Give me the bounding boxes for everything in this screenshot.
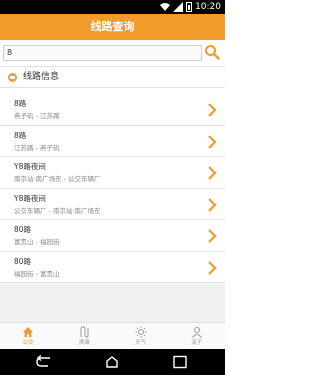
list-item[interactable]: 80路 富贵山 - 福园街 xyxy=(0,220,225,252)
tab-transfer[interactable]: 换乘 xyxy=(56,323,112,349)
tab-bar: 公交 换乘 天气 关于 xyxy=(0,322,225,349)
status-time: 10:20 xyxy=(195,2,221,12)
chevron-right-icon xyxy=(208,197,217,212)
route-name: 8路 xyxy=(14,99,27,108)
chevron-right-icon xyxy=(208,103,217,117)
title-bar: 线路查询 xyxy=(0,14,225,40)
search-row: 8 xyxy=(0,40,225,66)
search-input[interactable]: 8 xyxy=(3,45,202,61)
sun-icon xyxy=(135,326,147,338)
list-item[interactable]: 80路 福园街 - 富贵山 xyxy=(0,251,225,283)
battery-icon xyxy=(186,2,193,12)
system-nav-bar xyxy=(0,349,225,375)
route-list: 8路 燕子矶 - 江苏路 8路 江苏路 - 燕子矶 Y8路夜间 南京站·南广场东… xyxy=(0,94,225,283)
status-bar: 10:20 xyxy=(0,0,225,14)
wifi-icon xyxy=(160,3,171,11)
bus-icon xyxy=(8,73,17,82)
chevron-right-icon xyxy=(208,166,217,180)
home-icon xyxy=(23,327,34,337)
route-name: 80路 xyxy=(14,225,32,234)
route-stops: 富贵山 - 福园街 xyxy=(14,238,60,246)
route-stops: 燕子矶 - 江苏路 xyxy=(14,112,60,120)
route-name: Y8路夜间 xyxy=(14,193,46,203)
section-header: 线路信息 xyxy=(0,66,225,88)
person-icon xyxy=(191,327,202,338)
list-item[interactable]: Y8路夜间 南京站·南广场东 - 公交车辆厂 xyxy=(0,157,225,189)
signal-icon xyxy=(173,2,184,12)
transfer-icon xyxy=(80,326,89,338)
back-icon[interactable] xyxy=(36,355,52,369)
search-icon[interactable] xyxy=(204,44,220,60)
recent-apps-icon[interactable] xyxy=(172,355,188,369)
tab-label: 天气 xyxy=(135,340,147,346)
list-item[interactable]: 8路 燕子矶 - 江苏路 xyxy=(0,94,225,126)
chevron-right-icon xyxy=(208,134,217,149)
chevron-right-icon xyxy=(208,229,217,243)
tab-label: 换乘 xyxy=(78,340,90,346)
list-item[interactable]: 8路 江苏路 - 燕子矶 xyxy=(0,125,225,157)
chevron-right-icon xyxy=(208,260,217,275)
route-name: Y8路夜间 xyxy=(14,162,46,171)
tab-about[interactable]: 关于 xyxy=(169,323,225,349)
route-stops: 江苏路 - 燕子矶 xyxy=(14,143,60,152)
page-title: 线路查询 xyxy=(90,20,135,33)
tab-bus[interactable]: 公交 xyxy=(0,323,56,349)
list-item[interactable]: Y8路夜间 公交车辆厂 - 南京站·南广场东 xyxy=(0,188,225,220)
route-stops: 福园街 - 富贵山 xyxy=(14,269,60,278)
tab-label: 关于 xyxy=(191,340,203,346)
section-title: 线路信息 xyxy=(23,72,60,82)
route-name: 80路 xyxy=(14,256,32,266)
home-button-icon[interactable] xyxy=(104,355,120,369)
empty-area xyxy=(0,284,225,322)
route-stops: 南京站·南广场东 - 公交车辆厂 xyxy=(14,175,101,183)
tab-weather[interactable]: 天气 xyxy=(113,323,169,349)
route-stops: 公交车辆厂 - 南京站·南广场东 xyxy=(14,206,101,215)
tab-label: 公交 xyxy=(22,340,34,346)
route-name: 8路 xyxy=(14,130,27,140)
